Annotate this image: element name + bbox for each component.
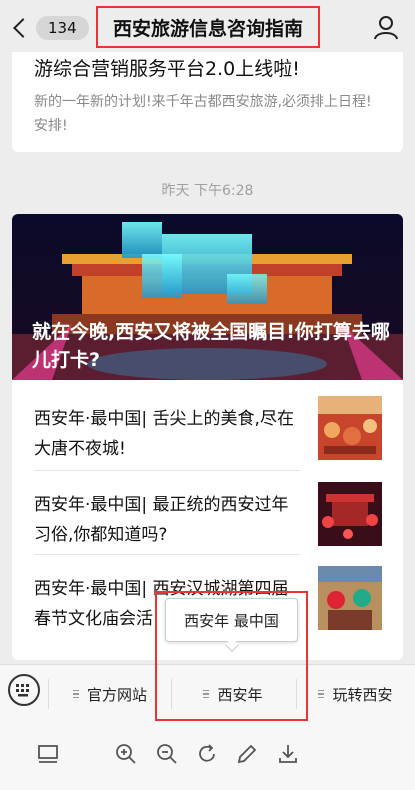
pencil-icon[interactable] xyxy=(235,742,259,766)
list-item[interactable]: 西安年·最中国| 舌尖上的美食,尽在大唐不夜城! xyxy=(12,386,403,472)
list-item-thumbnail xyxy=(318,566,382,630)
list-item-thumbnail xyxy=(318,396,382,460)
chevron-left-icon xyxy=(13,18,33,38)
menu-lines-icon xyxy=(318,688,325,701)
divider xyxy=(34,554,300,555)
bottom-toolbar xyxy=(0,722,415,790)
list-item-title: 西安年·最中国| 舌尖上的美食,尽在大唐不夜城! xyxy=(34,409,294,459)
keyboard-icon[interactable] xyxy=(8,674,40,706)
menu-item-explore-xian[interactable]: 玩转西安 xyxy=(296,665,415,723)
download-icon[interactable] xyxy=(276,742,300,766)
divider xyxy=(34,470,300,471)
hero-article[interactable]: 就在今晚,西安又将被全国瞩目!你打算去哪儿打卡? xyxy=(12,214,403,380)
zoom-in-icon[interactable] xyxy=(114,742,138,766)
article-description: 新的一年新的计划!来千年古都西安旅游,必须排上日程!安排! xyxy=(34,94,372,134)
page-title: 西安旅游信息咨询指南 xyxy=(96,6,320,48)
menu-lines-icon xyxy=(72,688,79,701)
hero-title: 就在今晚,西安又将被全国瞩目!你打算去哪儿打卡? xyxy=(32,321,390,371)
menu-item-label: 官方网站 xyxy=(86,685,147,704)
article-card-previous[interactable]: 游综合营销服务平台2.0上线啦! 新的一年新的计划!来千年古都西安旅游,必须排上… xyxy=(12,52,403,152)
menu-item-official-site[interactable]: 官方网站 xyxy=(50,665,170,723)
list-item-thumbnail xyxy=(318,482,382,546)
list-item-title: 西安年·最中国| 最正统的西安过年习俗,你都知道吗? xyxy=(34,495,289,545)
header-bar: 134 西安旅游信息咨询指南 xyxy=(0,0,415,56)
zoom-out-icon[interactable] xyxy=(155,742,179,766)
highlight-box xyxy=(155,591,308,721)
list-item[interactable]: 西安年·最中国| 最正统的西安过年习俗,你都知道吗? xyxy=(12,472,403,558)
person-icon[interactable] xyxy=(373,14,399,40)
message-timestamp: 昨天 下午6:28 xyxy=(161,183,254,199)
rotate-icon[interactable] xyxy=(195,742,219,766)
menu-separator xyxy=(48,679,49,709)
menu-item-label: 玩转西安 xyxy=(332,685,393,704)
unread-count-badge: 134 xyxy=(36,16,89,40)
article-headline: 游综合营销服务平台2.0上线啦! xyxy=(34,58,300,80)
tabs-icon[interactable] xyxy=(36,742,60,766)
back-button[interactable]: 134 xyxy=(8,12,89,44)
